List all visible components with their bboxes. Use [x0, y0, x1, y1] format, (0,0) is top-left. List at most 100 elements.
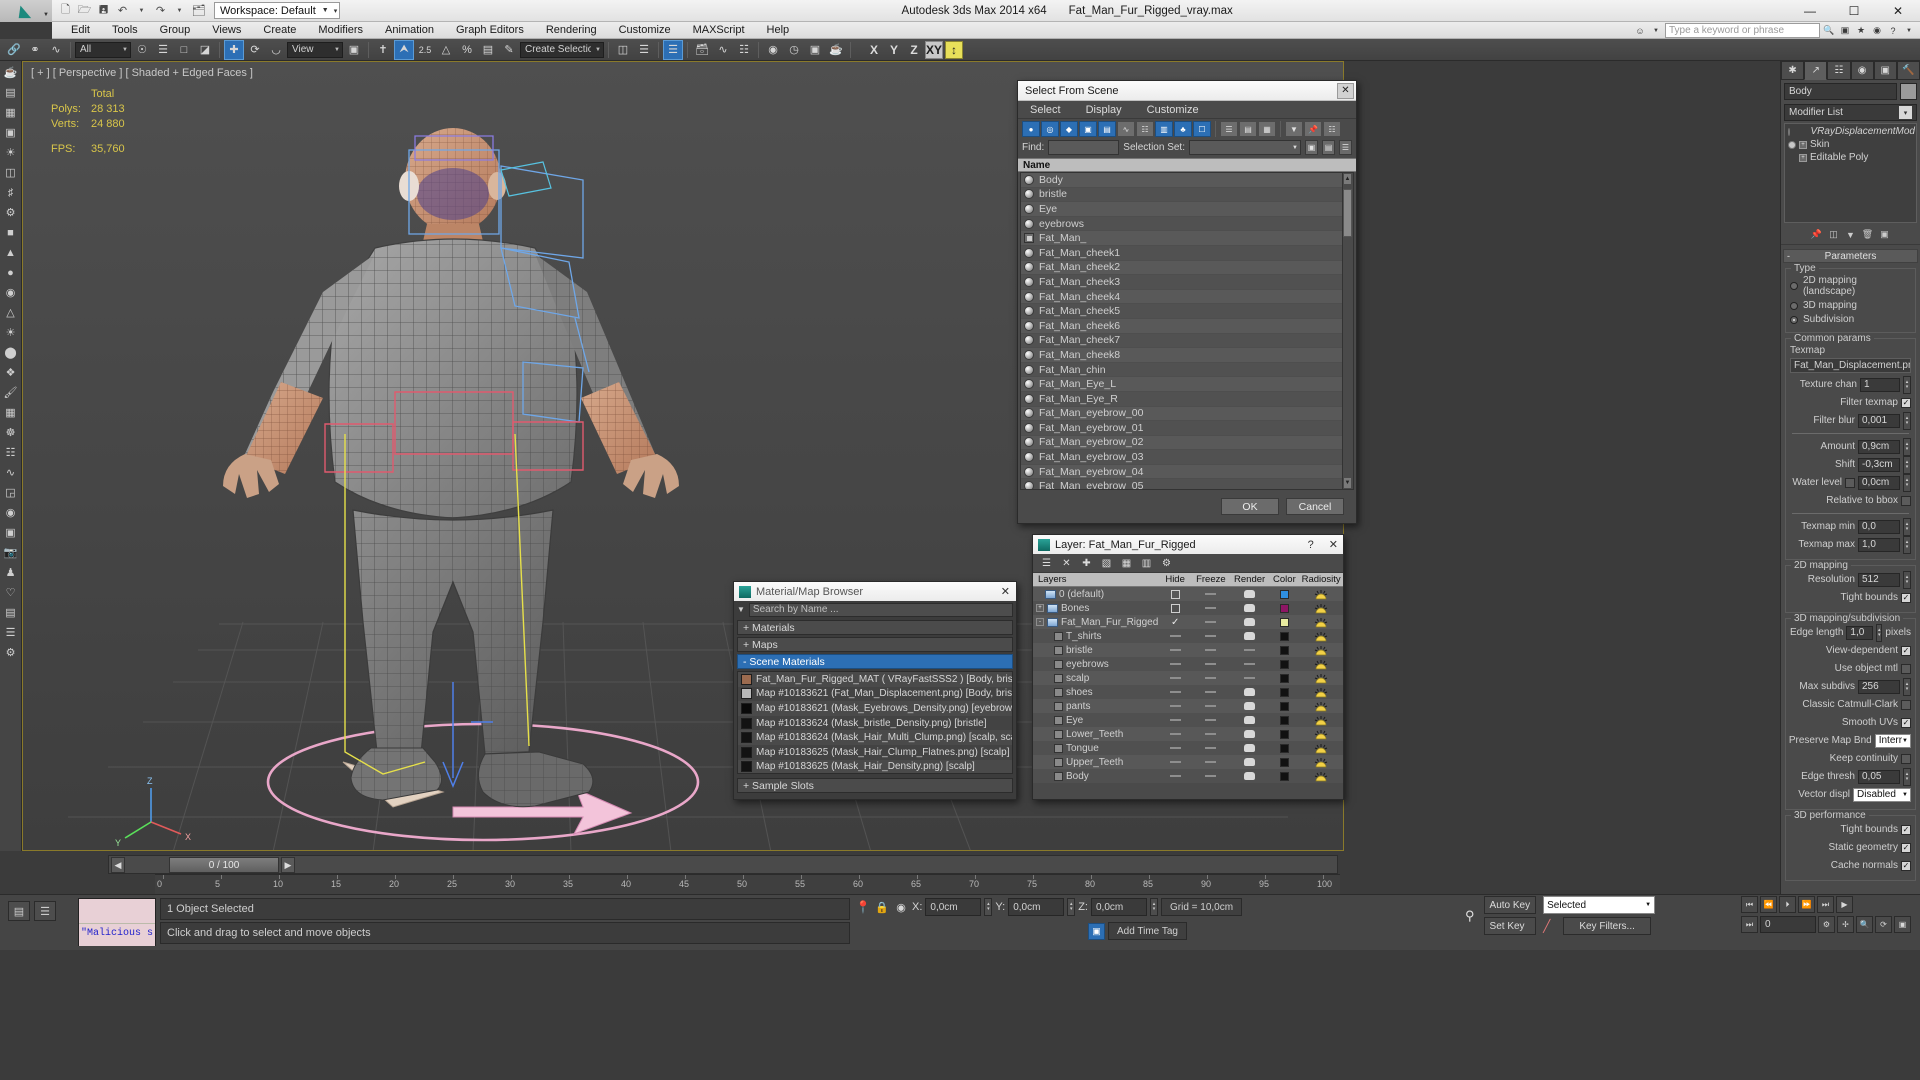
expand-all-icon[interactable]: ▦ — [1258, 121, 1276, 137]
select-and-scale-icon[interactable]: ◡ — [266, 40, 286, 60]
layer-hide-cell[interactable] — [1158, 761, 1192, 763]
asset-tracking-icon[interactable]: ▦ — [1, 103, 20, 122]
schematic-view-icon[interactable]: ☷ — [734, 40, 754, 60]
next-frame-button[interactable]: ▶ — [281, 857, 295, 873]
layer-name-cell[interactable]: Lower_Teeth — [1033, 729, 1158, 740]
resolution-input[interactable]: 512 — [1858, 572, 1900, 587]
material-list-item[interactable]: Map #10183624 (Mask_bristle_Density.png)… — [738, 715, 1012, 731]
layer-row[interactable]: + Bones — [1033, 601, 1343, 615]
minimize-button[interactable]: — — [1788, 0, 1832, 21]
layer-row[interactable]: Eye — [1033, 713, 1343, 727]
layer-name-cell[interactable]: 0 (default) — [1033, 589, 1158, 600]
water-level-checkbox[interactable]: ✓ — [1845, 477, 1855, 488]
layer-name-cell[interactable]: + Bones — [1033, 603, 1158, 614]
menu-item-create[interactable]: Create — [252, 22, 307, 39]
close-icon[interactable]: ✕ — [1337, 82, 1354, 99]
configure-modifier-sets-icon[interactable]: ▣ — [1878, 228, 1891, 241]
z-coord-input[interactable]: 0,0cm — [1090, 898, 1147, 916]
layer-color-cell[interactable] — [1270, 729, 1300, 739]
layer-color-cell[interactable] — [1270, 631, 1300, 641]
cancel-button[interactable]: Cancel — [1286, 498, 1344, 515]
save-file-icon[interactable]: 🖪 — [96, 3, 111, 18]
communication-center-icon[interactable]: ◉ — [1870, 24, 1884, 38]
spinner-icon[interactable]: ▴ ▾ — [1149, 898, 1158, 916]
material-map-browser-dialog[interactable]: Material/Map Browser ✕ ▼ Search by Name … — [733, 581, 1017, 800]
layer-freeze-cell[interactable] — [1192, 649, 1230, 651]
water-level-input[interactable]: 0,0cm — [1858, 475, 1900, 490]
menu-item-tools[interactable]: Tools — [101, 22, 149, 39]
material-list-item[interactable]: Map #10183625 (Mask_Hair_Density.png) [s… — [738, 759, 1012, 773]
axis-plane-dropdown[interactable]: ↕ — [945, 40, 963, 59]
filter-blur-input[interactable]: 0,001 — [1858, 413, 1900, 428]
maxscript-mini-listener[interactable]: "Malicious s — [78, 898, 156, 946]
display-children-icon[interactable]: ☰ — [1220, 121, 1238, 137]
set-key-button[interactable]: Set Key — [1483, 917, 1537, 935]
scene-list-scrollbar[interactable]: ▲ ▼ — [1342, 173, 1353, 489]
layer-hide-cell[interactable] — [1158, 635, 1192, 637]
layer-name-cell[interactable]: bristle — [1033, 645, 1158, 656]
layer-render-cell[interactable] — [1230, 590, 1270, 598]
scene-list-item[interactable]: Fat_Man_ — [1021, 231, 1353, 246]
layer-radiosity-cell[interactable] — [1299, 617, 1343, 628]
layer-manager-dialog[interactable]: Layer: Fat_Man_Fur_Rigged ? ✕ ☰ ✕ ✚ ▧ ▦ … — [1032, 534, 1344, 800]
layer-radiosity-cell[interactable] — [1299, 687, 1343, 698]
new-file-icon[interactable]: 🗋 — [58, 3, 73, 18]
color-swatch[interactable] — [1279, 715, 1289, 725]
track-bar[interactable]: 0 5 10 15 20 25 30 35 40 45 50 55 60 65 70 75 80 85 90 95 10… — [155, 874, 1340, 894]
render-preview-icon[interactable]: ◉ — [1, 503, 20, 522]
filter-bones-icon[interactable]: ♣ — [1174, 121, 1192, 137]
selection-lock-icon[interactable]: 🔒 — [874, 901, 890, 914]
tab-utilities[interactable]: 🔨 — [1896, 61, 1920, 80]
classic-catmull-checkbox[interactable]: ✓ — [1901, 699, 1911, 710]
selection-set-combo[interactable]: ▼ — [1189, 140, 1301, 155]
mmb-group-materials[interactable]: + Materials — [737, 620, 1013, 635]
spinner-icon[interactable]: ▴ ▾ — [1903, 437, 1911, 456]
isolate-selection-icon[interactable]: ◉ — [893, 901, 909, 914]
find-input[interactable] — [1048, 140, 1120, 155]
layer-color-cell[interactable] — [1270, 687, 1300, 697]
axis-y-button[interactable]: Y — [885, 41, 903, 59]
filter-all-icon[interactable]: ☐ — [1193, 121, 1211, 137]
expand-icon[interactable]: + — [1799, 153, 1807, 162]
listener-input-pane[interactable]: "Malicious s — [79, 923, 155, 946]
layer-row[interactable]: Tongue — [1033, 741, 1343, 755]
current-frame-input[interactable]: 0 — [1760, 916, 1816, 933]
scene-object-list[interactable]: Body bristle Eye eyebrows Fat_Man_ Fat_Man_ch… — [1020, 172, 1354, 490]
layer-name-cell[interactable]: Upper_Teeth — [1033, 757, 1158, 768]
layer-radiosity-cell[interactable] — [1299, 715, 1343, 726]
expand-icon[interactable]: + — [1036, 604, 1044, 612]
layer-color-cell[interactable] — [1270, 701, 1300, 711]
maximize-viewport-icon[interactable]: ▣ — [1894, 916, 1911, 933]
spinner-icon[interactable]: ▴ ▾ — [1903, 767, 1911, 786]
scroll-down-icon[interactable]: ▼ — [1343, 477, 1352, 489]
collapse-icon[interactable]: - — [1036, 618, 1044, 626]
layer-name-cell[interactable]: - Fat_Man_Fur_Rigged — [1033, 617, 1158, 628]
layer-render-cell[interactable] — [1230, 716, 1270, 724]
make-unique-icon[interactable]: ▼ — [1844, 228, 1857, 241]
menu-item-graph-editors[interactable]: Graph Editors — [445, 22, 535, 39]
color-swatch[interactable] — [1279, 589, 1289, 599]
cloth-icon[interactable]: ▤ — [1, 603, 20, 622]
scene-list-item[interactable]: Fat_Man_chin — [1021, 362, 1353, 378]
motion-capture-icon[interactable]: ♯ — [1, 183, 20, 202]
layer-hide-cell[interactable] — [1158, 663, 1192, 665]
undo-dropdown-icon[interactable]: ▼ — [134, 3, 149, 18]
layer-name-cell[interactable]: T_shirts — [1033, 631, 1158, 642]
filter-xrefs-icon[interactable]: ▥ — [1155, 121, 1173, 137]
scene-list-item[interactable]: Eye — [1021, 202, 1353, 217]
help-icon[interactable]: ? — [1308, 539, 1314, 551]
scene-list-item[interactable]: bristle — [1021, 187, 1353, 203]
prev-frame-button[interactable]: ◀ — [111, 857, 125, 873]
biped-icon[interactable]: ♡ — [1, 583, 20, 602]
filter-texmap-checkbox[interactable]: ✓ — [1901, 397, 1911, 408]
layer-hide-cell[interactable] — [1158, 733, 1192, 735]
color-swatch[interactable] — [1279, 757, 1289, 767]
modifier-list-combo[interactable]: Modifier List ▾ — [1784, 104, 1917, 121]
expand-icon[interactable]: + — [1799, 140, 1807, 149]
material-list-item[interactable]: Map #10183624 (Mask_Hair_Multi_Clump.png… — [738, 730, 1012, 745]
checkbox-icon[interactable] — [1170, 603, 1180, 613]
preserve-map-combo[interactable]: Interr ▼ — [1874, 733, 1911, 748]
named-selection-set-combo[interactable]: Create Selection Se ▼ — [520, 41, 604, 58]
mapping-icon[interactable]: ■ — [1, 223, 20, 242]
select-from-scene-dialog[interactable]: Select From Scene ✕ Select Display Customi… — [1017, 80, 1357, 524]
